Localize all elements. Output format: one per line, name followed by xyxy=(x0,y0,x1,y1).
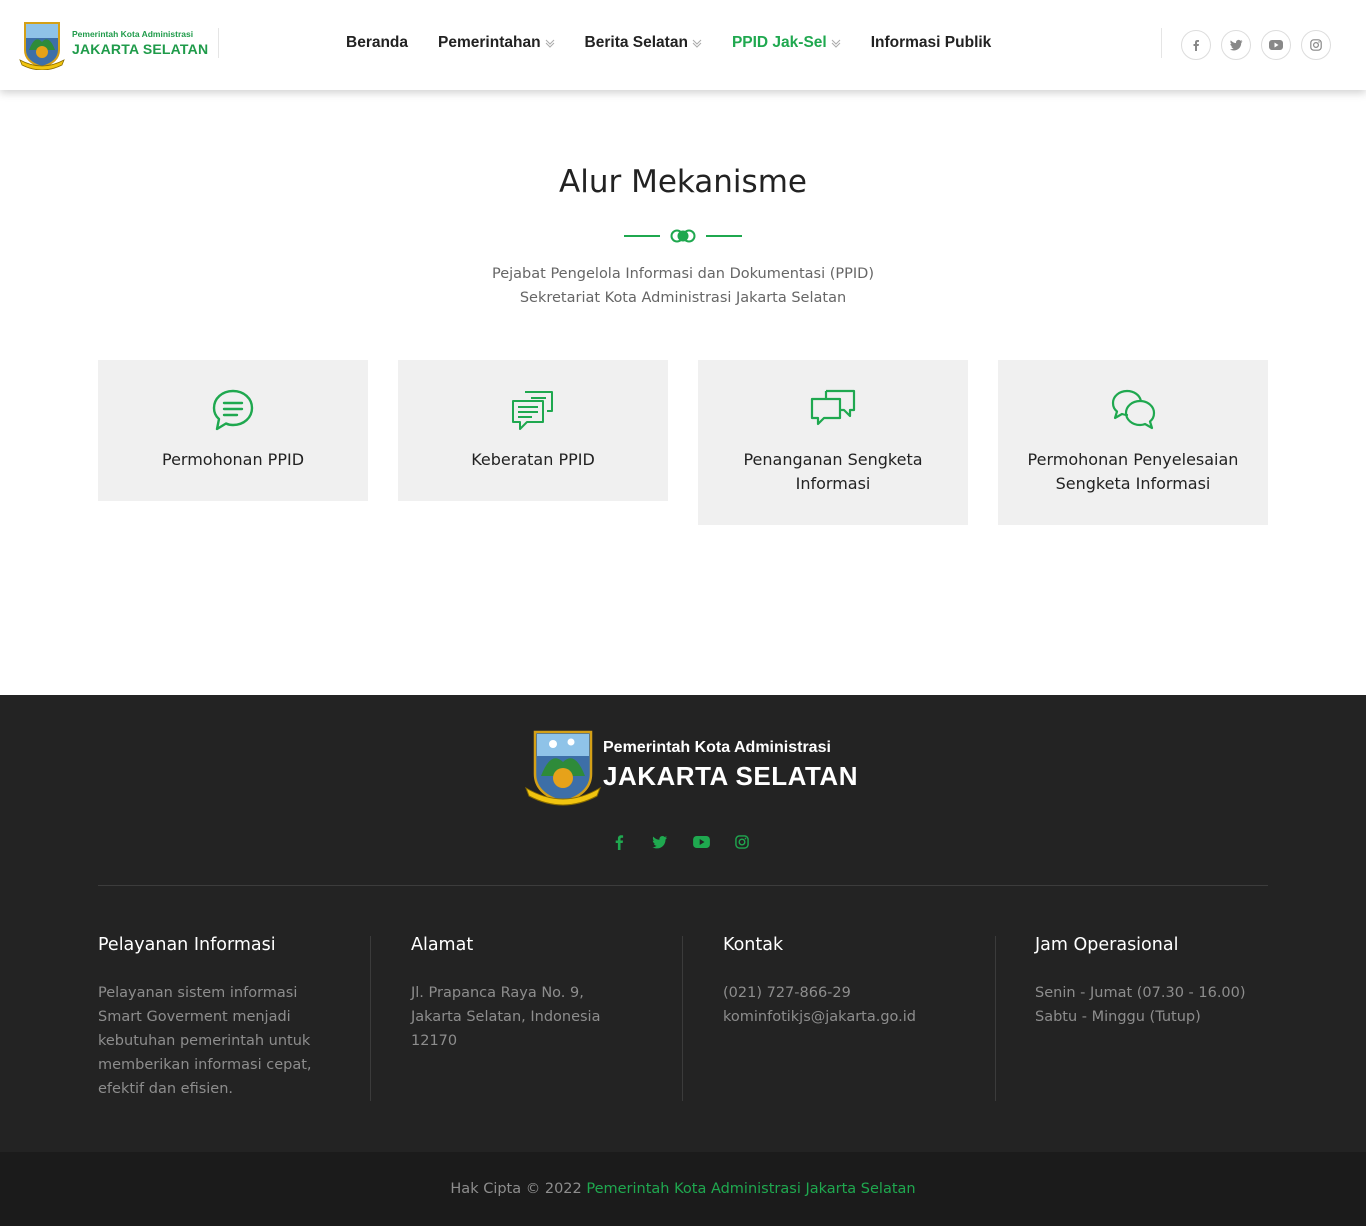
footer-col-separator xyxy=(995,936,996,1101)
facebook-icon[interactable] xyxy=(1181,30,1211,60)
card-keberatan-ppid[interactable]: Keberatan PPID xyxy=(398,360,668,501)
footer-social xyxy=(610,833,774,851)
footer-col-alamat: Alamat Jl. Prapanca Raya No. 9, Jakarta … xyxy=(411,935,681,1053)
subtitle-line: Pejabat Pengelola Informasi dan Dokument… xyxy=(492,266,874,282)
conversation-icon xyxy=(810,389,856,426)
footer-text-line: 12170 xyxy=(411,1033,458,1049)
site-header: Pemerintah Kota Administrasi JAKARTA SEL… xyxy=(0,0,1366,90)
footer-text-line: Senin - Jumat (07.30 - 16.00) xyxy=(1035,985,1246,1001)
youtube-icon[interactable] xyxy=(1261,30,1291,60)
copyright-text: Hak Cipta © 2022 xyxy=(450,1181,582,1197)
contact-phone[interactable]: (021) 727-866-29 xyxy=(723,981,993,1005)
nav-label: Berita Selatan xyxy=(584,34,688,51)
footer-logo-line2: JAKARTA SELATAN xyxy=(603,760,858,791)
facebook-icon[interactable] xyxy=(610,833,628,851)
nav-label: PPID Jak-Sel xyxy=(731,34,827,51)
nav-ppid-jaksel[interactable]: PPID Jak-Sel xyxy=(732,34,841,52)
city-crest-icon xyxy=(525,730,601,806)
footer-col-kontak: Kontak (021) 727-866-29 kominfotikjs@jak… xyxy=(723,935,993,1029)
site-logo[interactable]: Pemerintah Kota Administrasi JAKARTA SEL… xyxy=(17,20,208,70)
subtitle-line: Sekretariat Kota Administrasi Jakarta Se… xyxy=(519,290,847,306)
contact-email[interactable]: kominfotikjs@jakarta.go.id xyxy=(723,1005,993,1029)
header-divider xyxy=(1161,28,1162,58)
footer-text-line: Jakarta Selatan, Indonesia xyxy=(411,1009,601,1025)
card-permohonan-penyelesaian[interactable]: Permohonan Penyelesaian Sengketa Informa… xyxy=(998,360,1268,525)
chevron-down-icon xyxy=(545,39,554,48)
page-title: Alur Mekanisme xyxy=(559,164,807,200)
logo-line1: Pemerintah Kota Administrasi xyxy=(72,29,194,39)
footer-text-line: kebutuhan pemerintah untuk xyxy=(98,1033,311,1049)
footer-logo-line1: Pemerintah Kota Administrasi xyxy=(603,738,831,756)
twitter-icon[interactable] xyxy=(1221,30,1251,60)
card-label: Permohonan PPID xyxy=(161,450,305,469)
footer-col-title: Pelayanan Informasi xyxy=(98,935,276,955)
nav-label: Beranda xyxy=(346,34,409,51)
footer-divider xyxy=(98,885,1268,886)
page-subtitle: Pejabat Pengelola Informasi dan Dokument… xyxy=(0,262,1366,310)
copyright-bar: Hak Cipta © 2022 Pemerintah Kota Adminis… xyxy=(0,1152,1366,1226)
footer-text-line: Pelayanan sistem informasi xyxy=(98,985,298,1001)
footer-text-line: efektif dan efisien. xyxy=(98,1081,234,1097)
nav-label: Pemerintahan xyxy=(438,34,541,51)
title-ornament-icon xyxy=(624,229,742,243)
footer-col-pelayanan: Pelayanan Informasi Pelayanan sistem inf… xyxy=(98,935,368,1101)
city-crest-icon xyxy=(19,22,65,70)
header-social xyxy=(1181,30,1341,60)
discussion-icon xyxy=(1111,389,1156,430)
footer-col-separator xyxy=(370,936,371,1101)
instagram-icon[interactable] xyxy=(1301,30,1331,60)
nav-beranda[interactable]: Beranda xyxy=(346,34,408,52)
logo-line2: JAKARTA SELATAN xyxy=(72,41,209,57)
footer-logo[interactable]: Pemerintah Kota Administrasi JAKARTA SEL… xyxy=(523,728,858,808)
footer-col-separator xyxy=(682,936,683,1101)
card-label: Keberatan PPID xyxy=(471,450,595,469)
footer-text-line: memberikan informasi cepat, xyxy=(98,1057,312,1073)
footer-col-title: Kontak xyxy=(723,935,784,955)
main-nav: Beranda Pemerintahan Berita Selatan PPID… xyxy=(346,34,1021,52)
messages-icon xyxy=(512,391,553,430)
nav-pemerintahan[interactable]: Pemerintahan xyxy=(438,34,555,52)
footer-col-title: Jam Operasional xyxy=(1035,935,1179,955)
chevron-down-icon xyxy=(831,39,841,48)
card-penanganan-sengketa[interactable]: Penanganan Sengketa Informasi xyxy=(698,360,968,525)
header-divider xyxy=(218,28,219,58)
nav-informasi-publik[interactable]: Informasi Publik xyxy=(871,34,992,52)
card-label: Permohonan Penyelesaian Sengketa Informa… xyxy=(1027,450,1239,493)
footer-text-line: Sabtu - Minggu (Tutup) xyxy=(1035,1009,1201,1025)
footer-text-line: Smart Goverment menjadi xyxy=(98,1009,291,1025)
footer-col-title: Alamat xyxy=(411,935,474,955)
card-permohonan-ppid[interactable]: Permohonan PPID xyxy=(98,360,368,501)
chat-bubble-icon xyxy=(212,389,254,431)
instagram-icon[interactable] xyxy=(733,833,751,851)
chevron-down-icon xyxy=(692,39,702,48)
site-footer: Pemerintah Kota Administrasi JAKARTA SEL… xyxy=(0,695,1366,1152)
footer-text-line: Jl. Prapanca Raya No. 9, xyxy=(411,985,584,1001)
nav-label: Informasi Publik xyxy=(870,34,992,51)
nav-berita-selatan[interactable]: Berita Selatan xyxy=(585,34,702,52)
twitter-icon[interactable] xyxy=(651,833,669,851)
copyright-link[interactable]: Pemerintah Kota Administrasi Jakarta Sel… xyxy=(586,1181,915,1197)
footer-col-jam: Jam Operasional Senin - Jumat (07.30 - 1… xyxy=(1035,935,1275,1029)
card-label: Penanganan Sengketa Informasi xyxy=(743,450,923,493)
youtube-icon[interactable] xyxy=(692,833,710,851)
